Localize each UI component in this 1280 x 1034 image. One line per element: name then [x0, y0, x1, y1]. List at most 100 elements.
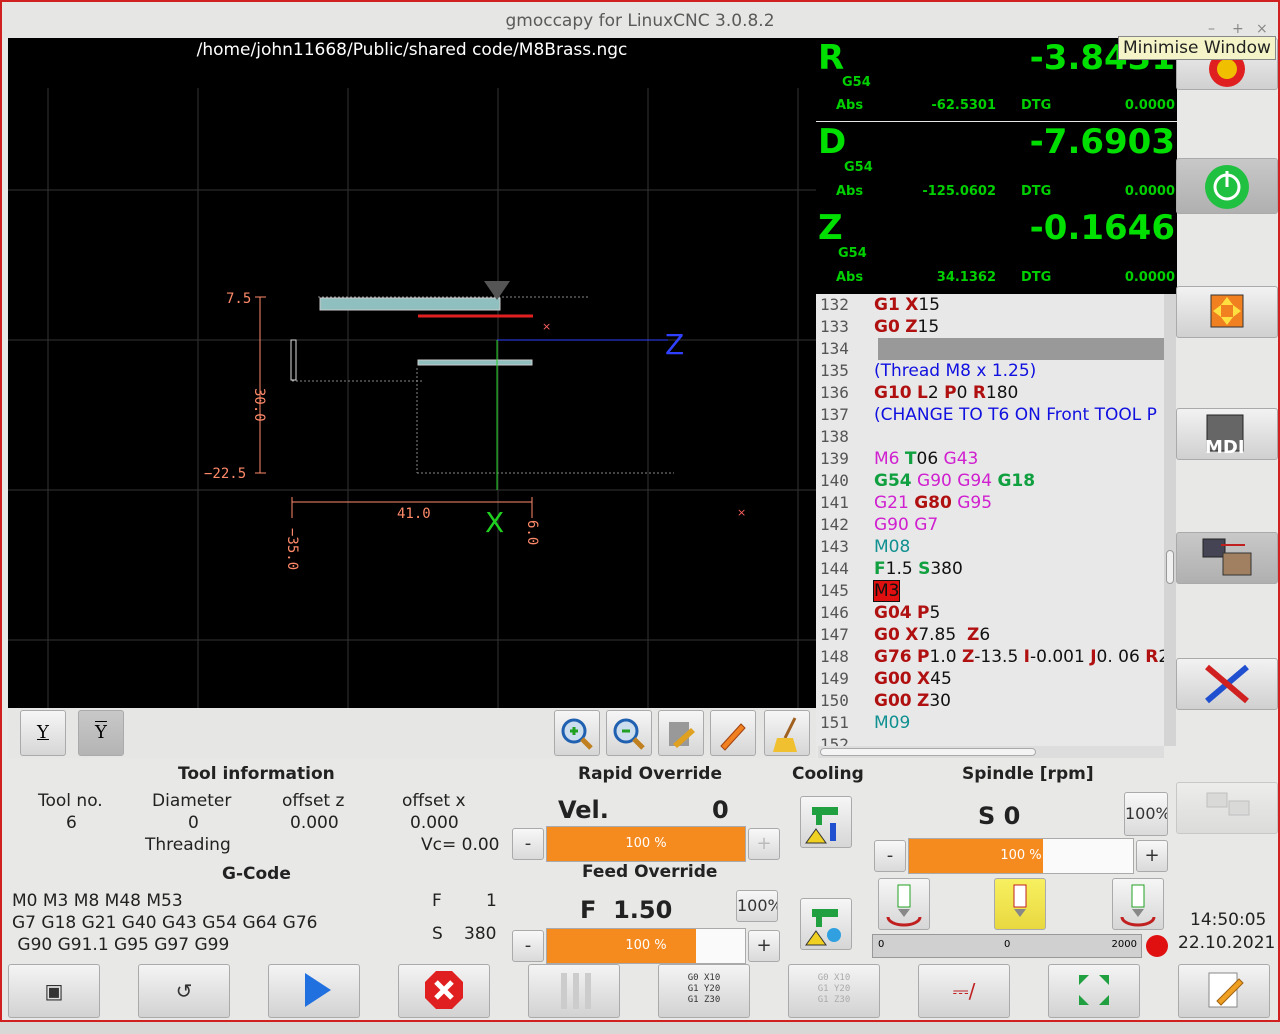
spindle-ccw-button[interactable] [878, 878, 930, 930]
flood-coolant-icon [805, 807, 838, 844]
gcode-line[interactable]: 134 [816, 338, 1164, 360]
dim-width-label: 41.0 [397, 506, 431, 522]
gcode-line[interactable]: 135 (Thread M8 x 1.25) [816, 360, 1164, 382]
feed-reset-button[interactable]: 100% [736, 890, 778, 922]
gcode-line[interactable]: 148 G76 P1.0 Z-13.5 I-0.001 J0. 06 R2 [816, 646, 1164, 668]
horizontal-scroll-thumb[interactable] [820, 748, 1036, 756]
rapid-increase-button[interactable]: + [748, 828, 780, 860]
dro-r-dtg-label: DTG [1021, 98, 1052, 113]
line-number: 132 [820, 295, 849, 314]
gcode-line[interactable]: 143 M08 [816, 536, 1164, 558]
gcode-line[interactable]: 145 M3 [816, 580, 1164, 602]
spindle-override-bar[interactable]: 100 % [908, 838, 1134, 874]
view-y2-button[interactable]: Y [78, 710, 124, 756]
user-tabs-button[interactable] [1176, 782, 1278, 834]
gcode-token: M6 [874, 449, 900, 469]
feed-override-bar[interactable]: 100 % [546, 928, 746, 964]
step-button[interactable]: G0 X10 G1 Y20 G1 Z30 [658, 964, 750, 1018]
stop-button[interactable] [398, 964, 490, 1018]
spindle-cw-button[interactable] [1112, 878, 1164, 930]
dro-d[interactable]: D G54 -7.6903 Abs -125.0602 DTG 0.0000 [816, 122, 1177, 208]
gcode-token: G04 [874, 603, 912, 623]
gcode-line[interactable]: 144 F1.5 S380 [816, 558, 1164, 580]
feed-increase-button[interactable]: + [748, 930, 780, 962]
gcode-line[interactable]: 132 G1 X15 [816, 294, 1164, 316]
line-number: 149 [820, 669, 849, 688]
show-path-button[interactable] [710, 710, 756, 756]
rapid-decrease-button[interactable]: - [512, 828, 544, 860]
vertical-scroll-thumb[interactable] [1166, 550, 1174, 584]
spindle-stop-button[interactable] [994, 878, 1046, 930]
broom-icon [773, 717, 797, 752]
gcode-line[interactable]: 139 M6 T06 G43 [816, 448, 1164, 470]
spindle-reset-button[interactable]: 100% [1124, 792, 1168, 836]
line-number: 136 [820, 383, 849, 402]
gcode-line[interactable]: 147 G0 X7.85 Z6 [816, 624, 1164, 646]
gcode-line[interactable]: 146 G04 P5 [816, 602, 1164, 624]
run-button[interactable] [268, 964, 360, 1018]
gcode-token: 15 [918, 295, 940, 315]
zoom-in-button[interactable] [554, 710, 600, 756]
zoom-in-icon [561, 718, 593, 750]
flood-button[interactable] [800, 796, 852, 848]
fullscreen-button[interactable] [1048, 964, 1140, 1018]
zoom-out-button[interactable] [606, 710, 652, 756]
open-file-button[interactable]: ▣ [8, 964, 100, 1018]
gcode-token: 0 [956, 383, 973, 403]
spindle-increase-button[interactable]: + [1136, 840, 1168, 872]
mist-coolant-icon [805, 909, 841, 946]
gcode-line[interactable]: 151 M09 [816, 712, 1164, 734]
gcode-line[interactable]: 142 G90 G7 [816, 514, 1164, 536]
view-y-button[interactable]: Y [20, 710, 66, 756]
gcode-token: R [972, 383, 986, 403]
run-from-line-button[interactable]: G0 X10 G1 Y20 G1 Z30 [788, 964, 880, 1018]
line-number: 142 [820, 515, 849, 534]
offset-z-label: offset z [282, 791, 345, 811]
tool-no-value: 6 [66, 813, 77, 833]
cooling-title: Cooling [792, 764, 864, 784]
settings-button[interactable] [1176, 658, 1278, 710]
pause-button[interactable] [528, 964, 620, 1018]
clear-plot-button[interactable] [764, 710, 810, 756]
spindle-cw-icon [1120, 884, 1156, 927]
gcode-vertical-scrollbar[interactable] [1164, 294, 1176, 746]
dro-z[interactable]: Z G54 -0.1646 Abs 34.1362 DTG 0.0000 [816, 208, 1177, 294]
gcode-line[interactable]: 138 [816, 426, 1164, 448]
view-settings-button[interactable] [658, 710, 704, 756]
power-icon [1205, 165, 1249, 209]
gcode-horizontal-scrollbar[interactable] [818, 746, 1164, 758]
clock-time: 14:50:05 [1190, 910, 1267, 930]
mist-button[interactable] [800, 898, 852, 950]
gcode-line[interactable]: 152 [816, 734, 1164, 746]
gcode-token: 6 [979, 625, 991, 645]
gcode-preview[interactable]: /home/john11668/Public/shared code/M8Bra… [8, 38, 816, 708]
optional-stop-button[interactable]: ⎓/ [918, 964, 1010, 1018]
feed-decrease-button[interactable]: - [512, 930, 544, 962]
manual-mode-button[interactable] [1176, 286, 1278, 338]
scale-min: 0 [878, 939, 885, 950]
mdi-mode-button[interactable]: MDI [1176, 408, 1278, 460]
line-number: 135 [820, 361, 849, 380]
spindle-speed-scale: 0 0 2000 [872, 934, 1142, 958]
gcode-line[interactable]: 137 (CHANGE TO T6 ON Front TOOL P [816, 404, 1164, 426]
spindle-decrease-button[interactable]: - [874, 840, 906, 872]
gcode-line[interactable]: 149 G00 X45 [816, 668, 1164, 690]
reload-button[interactable]: ↺ [138, 964, 230, 1018]
folder-icon: ▣ [44, 979, 64, 1003]
line-number: 151 [820, 713, 849, 732]
gcode-line[interactable]: 133 G0 Z15 [816, 316, 1164, 338]
machine-on-button[interactable] [1176, 158, 1278, 214]
gcode-line[interactable]: 136 G10 L2 P0 R180 [816, 382, 1164, 404]
gcode-line[interactable]: 141 G21 G80 G95 [816, 492, 1164, 514]
gcode-token: (Thread M8 x 1.25) [874, 361, 1037, 381]
gcode-editor[interactable]: 132 G1 X15 133 G0 Z15 134 135 (Thread M8 x 1.2… [816, 294, 1164, 746]
spindle-stop-icon [1013, 884, 1027, 917]
rapid-override-bar[interactable]: 100 % [546, 826, 746, 862]
gcode-line[interactable]: 140 G54 G90 G94 G18 [816, 470, 1164, 492]
gcode-token: 06 [916, 449, 944, 469]
auto-mode-button[interactable] [1176, 532, 1278, 584]
pause-icon [561, 973, 591, 1009]
feed-override-title: Feed Override [582, 862, 718, 882]
gcode-line[interactable]: 150 G00 Z30 [816, 690, 1164, 712]
edit-button[interactable] [1178, 964, 1270, 1018]
